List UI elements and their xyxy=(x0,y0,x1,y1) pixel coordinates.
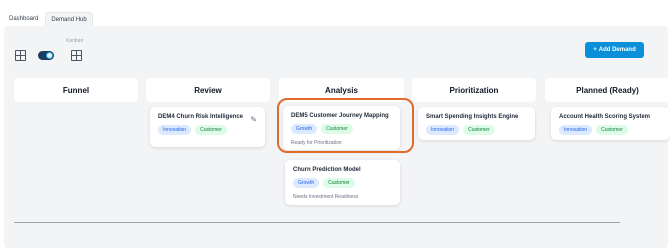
horizontal-scrollbar[interactable] xyxy=(14,222,620,223)
list-view-icon[interactable] xyxy=(15,50,26,61)
column-header-funnel: Funnel xyxy=(14,78,138,102)
kanban-label: Kanban xyxy=(66,38,84,44)
card-status: Needs Investment Readiness xyxy=(293,194,359,200)
tag-innovation: Innovation xyxy=(426,125,460,135)
tab-dashboard[interactable]: Dashboard xyxy=(4,12,43,27)
column-header-review: Review xyxy=(146,78,270,102)
edit-icon[interactable]: ✎ xyxy=(250,115,257,124)
tag-growth: Growth xyxy=(293,178,320,188)
add-demand-label: Add Demand xyxy=(598,47,636,53)
card-dem4[interactable]: DEM4 Churn Risk Intelligence Innovation … xyxy=(150,107,265,147)
tag-customer: Customer xyxy=(596,125,628,135)
highlight-outline xyxy=(277,98,414,153)
tab-bar: Dashboard Demand Hub xyxy=(4,12,93,27)
tag-innovation: Innovation xyxy=(158,125,192,135)
plus-icon: + xyxy=(593,47,597,53)
card-smart-spending[interactable]: Smart Spending Insights Engine Innovatio… xyxy=(418,107,535,140)
tag-innovation: Innovation xyxy=(559,125,593,135)
tag-customer: Customer xyxy=(463,125,495,135)
card-title: DEM4 Churn Risk Intelligence xyxy=(158,114,244,120)
toggle-knob xyxy=(46,52,53,59)
card-title: Churn Prediction Model xyxy=(293,167,361,173)
kanban-view-icon[interactable] xyxy=(71,50,82,61)
tag-customer: Customer xyxy=(323,178,355,188)
column-header-planned: Planned (Ready) xyxy=(545,78,670,102)
column-header-prioritization: Prioritization xyxy=(412,78,536,102)
tag-customer: Customer xyxy=(195,125,227,135)
add-demand-button[interactable]: + Add Demand xyxy=(585,42,644,58)
tab-demand-hub[interactable]: Demand Hub xyxy=(45,12,93,27)
card-title: Smart Spending Insights Engine xyxy=(426,114,519,120)
card-churn-prediction[interactable]: Churn Prediction Model Growth Customer N… xyxy=(285,160,400,205)
card-title: Account Health Scoring System xyxy=(559,114,651,120)
view-toggle[interactable] xyxy=(38,51,54,60)
card-account-health[interactable]: Account Health Scoring System Innovation… xyxy=(551,107,670,140)
